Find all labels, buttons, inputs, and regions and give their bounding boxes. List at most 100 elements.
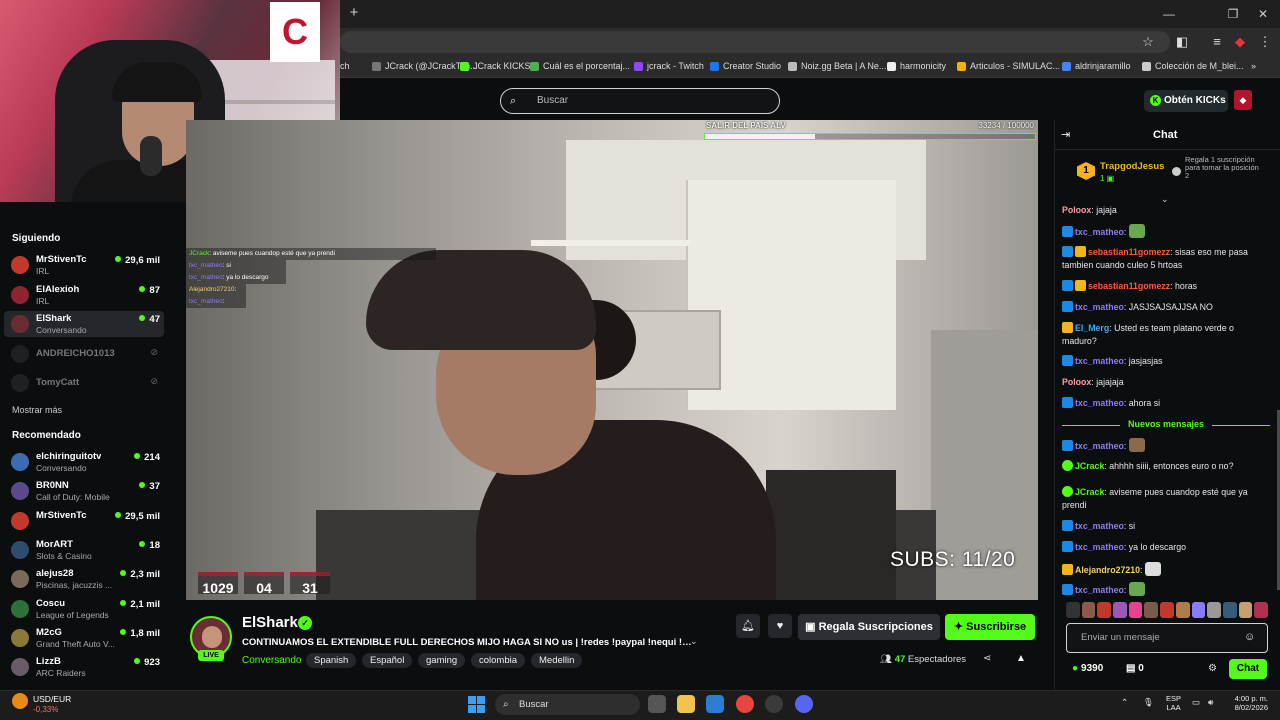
windows-start-icon[interactable] [468, 696, 485, 713]
sidebar-following-item[interactable]: ANDREICHO1013 ⊘ [4, 341, 164, 367]
chevron-down-icon[interactable]: ⌄ [690, 636, 698, 647]
chat-username[interactable]: txc_matheo [1075, 585, 1124, 595]
notification-bell-icon[interactable]: 🔔︎ [736, 614, 760, 638]
top-gifter-name[interactable]: TrapgodJesus [1100, 161, 1164, 172]
subscribe-button[interactable]: ✦ Suscribirse [945, 614, 1035, 640]
get-kicks-button[interactable]: K Obtén KICKs [1144, 90, 1228, 112]
chat-username[interactable]: sebastian11gomezz [1088, 281, 1170, 291]
fx-pair[interactable]: USD/EUR [33, 694, 71, 704]
extensions-icon[interactable]: ◧ [1173, 33, 1191, 51]
weather-widget-icon[interactable] [12, 693, 28, 709]
stream-tag[interactable]: Español [362, 653, 413, 668]
new-messages-divider[interactable]: Nuevos mensajes [1062, 419, 1270, 431]
chest-counter[interactable]: ▤ 0 [1126, 663, 1144, 674]
report-icon[interactable]: ▲ [1016, 653, 1026, 664]
address-bar[interactable] [340, 31, 1170, 53]
new-tab-button[interactable]: + [346, 5, 362, 21]
chat-username[interactable]: txc_matheo [1075, 441, 1124, 451]
emote-shortcut[interactable] [1081, 602, 1096, 618]
profile-icon[interactable]: ◆ [1231, 33, 1249, 51]
chat-username[interactable]: sebastian11gomezz [1088, 247, 1170, 257]
chat-username[interactable]: JCrack [1075, 461, 1104, 471]
chat-username[interactable]: txc_matheo [1075, 398, 1124, 408]
follow-heart-icon[interactable]: ♥ [768, 614, 792, 638]
bookmarks-overflow-icon[interactable]: » [1251, 61, 1256, 71]
media-icon[interactable]: ≡ [1208, 33, 1226, 51]
sidebar-recommended-item[interactable]: M2cG Grand Theft Auto V... 1,8 mil [4, 625, 164, 651]
language-indicator[interactable]: ESP LAA [1166, 694, 1181, 712]
maximize-icon[interactable]: ❐ [1218, 4, 1248, 24]
chat-username[interactable]: Poloox [1062, 377, 1091, 387]
chat-username[interactable]: txc_matheo [1075, 227, 1124, 237]
stream-tag[interactable]: Medellin [531, 653, 583, 668]
show-more-link[interactable]: Mostrar más [12, 405, 62, 415]
stream-tag[interactable]: colombia [471, 653, 526, 668]
mail-icon[interactable] [706, 695, 724, 713]
user-avatar[interactable]: ◆ [1234, 90, 1252, 110]
minimize-icon[interactable]: — [1154, 4, 1184, 24]
microphone-icon[interactable]: 🎙︎ [1143, 697, 1154, 708]
chat-username[interactable]: txc_matheo [1075, 521, 1124, 531]
bookmark-item[interactable]: Cuál es el porcentaj... [530, 61, 630, 71]
bookmark-item[interactable]: jcrack - Twitch [634, 61, 704, 71]
sidebar-recommended-item[interactable]: alejus28 Piscinas, jacuzzis ... 2,3 mil [4, 566, 164, 592]
gift-subs-button[interactable]: ▣ Regala Suscripciones [798, 614, 940, 640]
sidebar-recommended-item[interactable]: LizzB ARC Raiders 923 [4, 654, 164, 680]
close-icon[interactable]: ✕ [1248, 4, 1278, 24]
collapse-chat-icon[interactable]: ⇥ [1061, 128, 1070, 141]
send-chat-button[interactable]: Chat [1229, 659, 1267, 679]
sidebar-following-item[interactable]: MrStivenTc IRL 29,6 mil [4, 252, 164, 278]
bookmark-item[interactable]: Creator Studio [710, 61, 781, 71]
chat-username[interactable]: JCrack [1075, 487, 1104, 497]
sidebar-following-item[interactable]: ElShark Conversando 47 [4, 311, 164, 337]
star-icon[interactable]: ☆ [1139, 33, 1157, 51]
discord-icon[interactable] [795, 695, 813, 713]
gear-icon[interactable]: ⚙ [1208, 663, 1217, 674]
chevron-up-icon[interactable]: ⌃ [1121, 697, 1128, 708]
chat-username[interactable]: txc_matheo [1075, 356, 1124, 366]
stream-tag[interactable]: gaming [418, 653, 466, 668]
sidebar-recommended-item[interactable]: Coscu League of Legends 2,1 mil [4, 596, 164, 622]
taskbar-search[interactable]: ⌕ Buscar [495, 694, 640, 715]
emote-shortcut[interactable] [1207, 602, 1221, 618]
video-player[interactable]: SALIR DEL PAIS ALV 33234 / 100000 JCrack… [186, 120, 1038, 600]
share-icon[interactable]: ⋖ [983, 653, 991, 664]
emote-shortcut[interactable] [1222, 602, 1237, 618]
bookmark-item[interactable]: ch [340, 61, 350, 71]
chat-username[interactable]: txc_matheo [1075, 542, 1124, 552]
chrome-icon[interactable] [736, 695, 754, 713]
chat-message-input[interactable]: Enviar un mensaje [1066, 623, 1268, 653]
sidebar-recommended-item[interactable]: BR0NN Call of Duty: Mobile 37 [4, 478, 164, 504]
emote-shortcut[interactable] [1144, 602, 1159, 618]
menu-icon[interactable]: ⋮ [1256, 33, 1274, 51]
search-input[interactable]: ⌕ Buscar [500, 88, 780, 114]
sidebar-recommended-item[interactable]: elchiringuitotv Conversando 214 [4, 449, 164, 475]
obs-icon[interactable] [765, 695, 783, 713]
volume-icon[interactable]: 🔊︎ [1208, 697, 1213, 708]
emote-shortcut[interactable] [1113, 602, 1127, 618]
sidebar-following-item[interactable]: TomyCatt ⊘ [4, 370, 164, 396]
bookmark-item[interactable]: aldrinjaramillo [1062, 61, 1131, 71]
emote-shortcut[interactable] [1175, 602, 1190, 618]
emote-shortcut[interactable] [1160, 602, 1174, 618]
emote-shortcut[interactable] [1254, 602, 1268, 618]
emote-shortcut[interactable] [1238, 602, 1253, 618]
chat-username[interactable]: Alejandro27210 [1075, 565, 1140, 575]
system-clock[interactable]: 4:00 p. m. 8/02/2026 [1228, 694, 1268, 712]
bookmark-item[interactable]: harmonicity [887, 61, 946, 71]
chat-username[interactable]: Poloox [1062, 205, 1091, 215]
bookmark-item[interactable]: Colección de M_blei... [1142, 61, 1244, 71]
chat-username[interactable]: El_Merg [1075, 323, 1109, 333]
emoji-picker-icon[interactable]: ☺ [1244, 631, 1255, 643]
bookmark-item[interactable]: JCrack KICKS [460, 61, 531, 71]
bookmark-item[interactable]: Noiz.gg Beta | A Ne... [788, 61, 886, 71]
stream-category[interactable]: Conversando [242, 655, 301, 666]
chat-username[interactable]: txc_matheo [1075, 302, 1124, 312]
sidebar-recommended-item[interactable]: MrStivenTc 29,5 mil [4, 508, 164, 534]
task-view-icon[interactable] [648, 695, 666, 713]
stream-tag[interactable]: Spanish [306, 653, 357, 668]
kicks-balance[interactable]: 9390 [1072, 663, 1103, 674]
emote-shortcut[interactable] [1191, 602, 1206, 618]
emote-settings-icon[interactable] [1066, 602, 1080, 618]
emote-shortcut[interactable] [1097, 602, 1112, 618]
